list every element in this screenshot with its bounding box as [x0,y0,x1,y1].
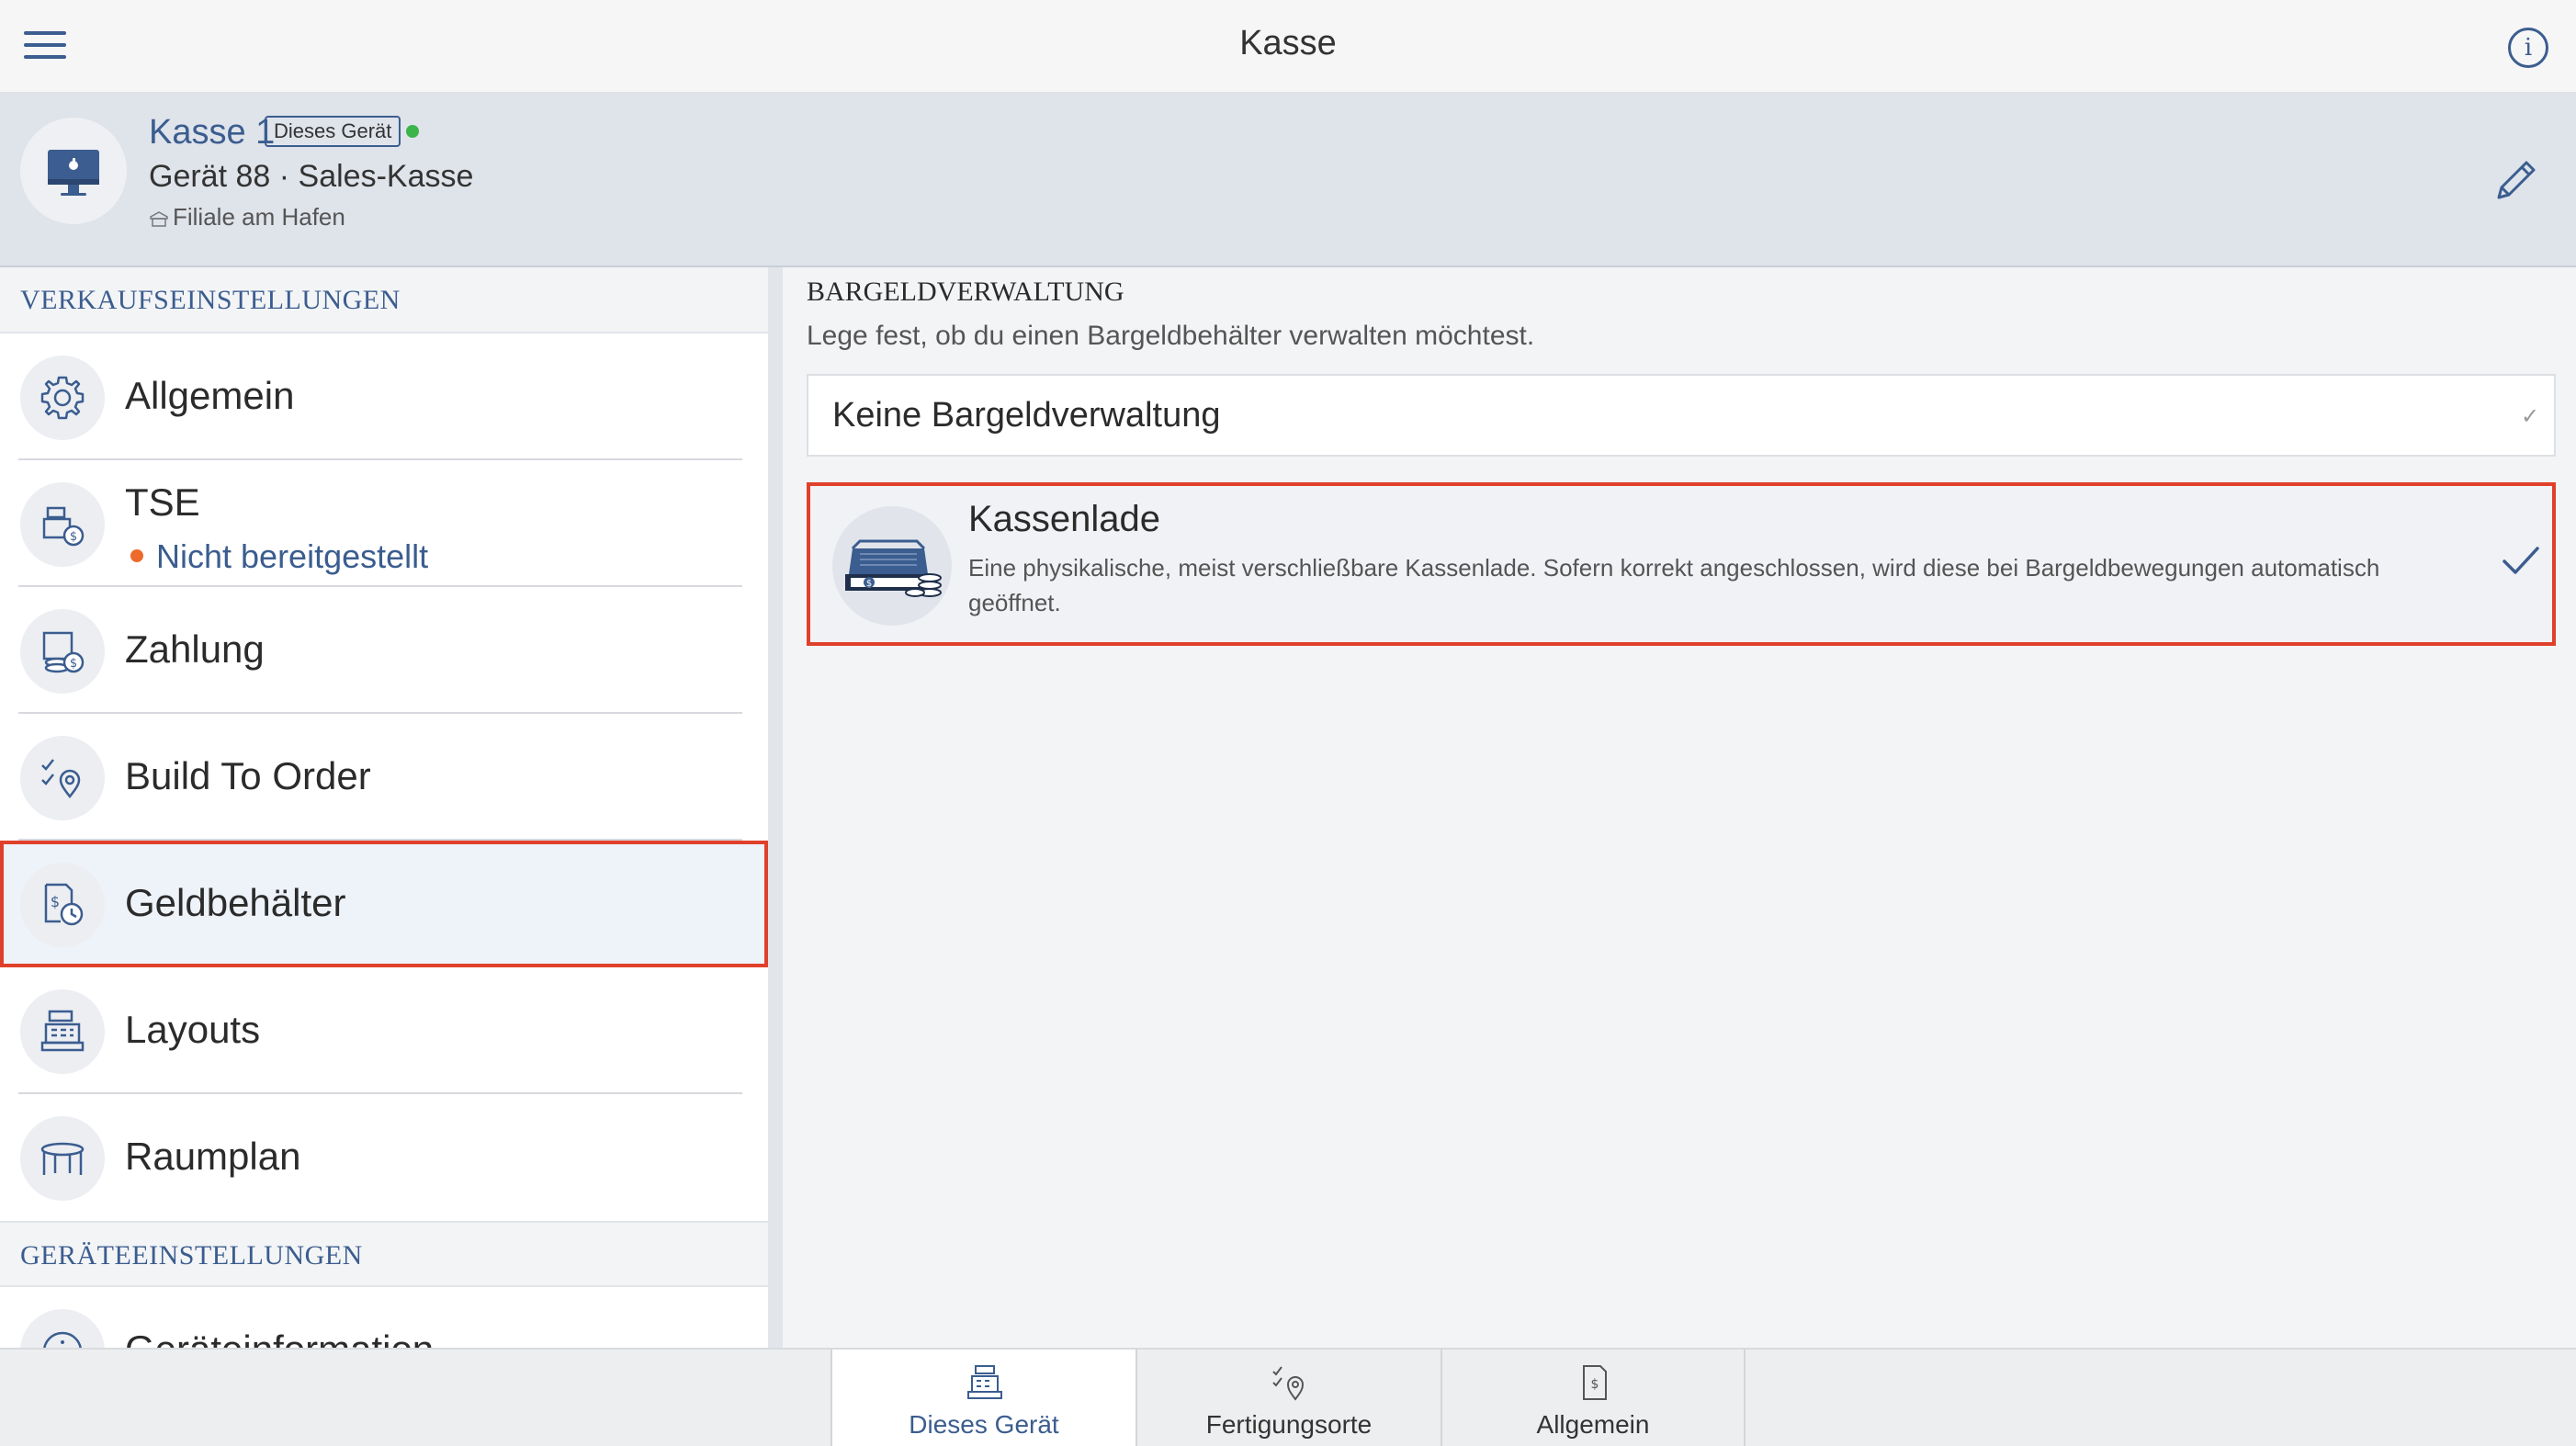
option-cash-drawer[interactable]: $ Kassenlade Eine physikalische, meist v… [807,482,2556,646]
info-icon[interactable]: i [2508,28,2548,68]
svg-text:$: $ [51,893,60,910]
register-coin-icon: $ [20,482,105,567]
warning-dot [130,549,143,562]
sidebar-item-tse[interactable]: $ TSE Nicht bereitgestellt [0,460,768,587]
gear-icon [20,356,105,440]
svg-text:$: $ [866,579,872,589]
cash-drawer-icon: $ [832,506,952,626]
sidebar-item-label: Zahlung [125,627,265,671]
sidebar-item-geldbehaelter[interactable]: $ Geldbehälter [0,841,768,967]
main-panel: BARGELDVERWALTUNG Lege fest, ob du einen… [783,267,2576,1348]
sidebar: VERKAUFSEINSTELLUNGEN Allgemein $ TSE Ni… [0,267,768,1348]
payment-coins-icon: $ [20,609,105,694]
option-no-cash-management[interactable]: Keine Bargeldverwaltung ✓ [807,374,2556,457]
sidebar-item-label: Layouts [125,1008,261,1051]
checklist-pin-icon [20,736,105,820]
sidebar-item-label: Geldbehälter [125,881,346,924]
sidebar-item-label: Raumplan [125,1135,301,1178]
tse-status: Nicht bereitgestellt [125,537,428,576]
tab-label: Dieses Gerät [909,1410,1059,1439]
sidebar-item-layouts[interactable]: Layouts [0,967,768,1094]
tse-status-label: Nicht bereitgestellt [156,537,429,575]
device-location-label: Filiale am Hafen [173,203,345,231]
status-dot [406,125,419,138]
option-description: Eine physikalische, meist verschließbare… [968,554,2380,616]
document-dollar-icon: $ [1583,1365,1607,1400]
section-title: BARGELDVERWALTUNG [807,277,1124,307]
sidebar-item-geraeteinformation[interactable]: Geräteinformation [0,1287,768,1348]
bottom-tab-bar: Dieses Gerät Fertigungsorte $ Allgemein [0,1348,2576,1446]
tab-dieses-geraet[interactable]: Dieses Gerät [830,1350,1135,1446]
info-circle-icon [20,1309,105,1348]
device-subtitle: Gerät 88 · Sales-Kasse [149,159,474,194]
tab-label: Allgemein [1536,1410,1650,1439]
device-location: Filiale am Hafen [149,203,345,232]
tab-fertigungsorte[interactable]: Fertigungsorte [1135,1350,1441,1446]
sidebar-item-allgemein[interactable]: Allgemein [0,333,768,460]
svg-text:$: $ [1591,1377,1599,1392]
svg-text:$: $ [70,657,77,671]
sidebar-item-build-to-order[interactable]: Build To Order [0,714,768,841]
svg-text:$: $ [70,530,77,544]
page-title: Kasse [1239,24,1337,62]
cash-register-icon [20,989,105,1074]
money-clock-icon: $ [20,863,105,947]
sidebar-item-label: Geräteinformation [125,1327,434,1348]
sidebar-item-raumplan[interactable]: Raumplan [0,1094,768,1221]
pencil-icon[interactable] [2490,153,2543,207]
tab-allgemein[interactable]: $ Allgemein [1441,1350,1746,1446]
computer-icon [48,150,99,196]
device-name: Kasse 1 [149,113,276,152]
check-icon: ✓ [2521,404,2540,429]
checklist-pin-icon [1272,1366,1305,1401]
device-avatar [20,118,127,224]
sidebar-item-label: TSE [125,480,200,524]
checkmark-icon [2503,547,2539,574]
cash-register-icon [967,1365,1002,1399]
sidebar-item-label: Build To Order [125,754,371,797]
sidebar-item-label: Allgemein [125,374,295,417]
device-badge: Dieses Gerät [265,116,401,147]
top-bar: Kasse i [0,0,2576,93]
device-header: Kasse 1 Dieses Gerät Gerät 88 · Sales-Ka… [0,93,2576,267]
sidebar-divider [768,267,783,1348]
section-description: Lege fest, ob du einen Bargeldbehälter v… [807,321,1535,351]
section-header-device: GERÄTEEINSTELLUNGEN [0,1221,768,1287]
option-label: Keine Bargeldverwaltung [832,396,1221,435]
section-header-sales: VERKAUFSEINSTELLUNGEN [0,267,768,333]
sidebar-item-zahlung[interactable]: $ Zahlung [0,587,768,714]
tab-label: Fertigungsorte [1205,1410,1373,1439]
table-icon [20,1116,105,1201]
option-label: Kassenlade [968,499,1161,539]
store-icon [150,211,168,227]
